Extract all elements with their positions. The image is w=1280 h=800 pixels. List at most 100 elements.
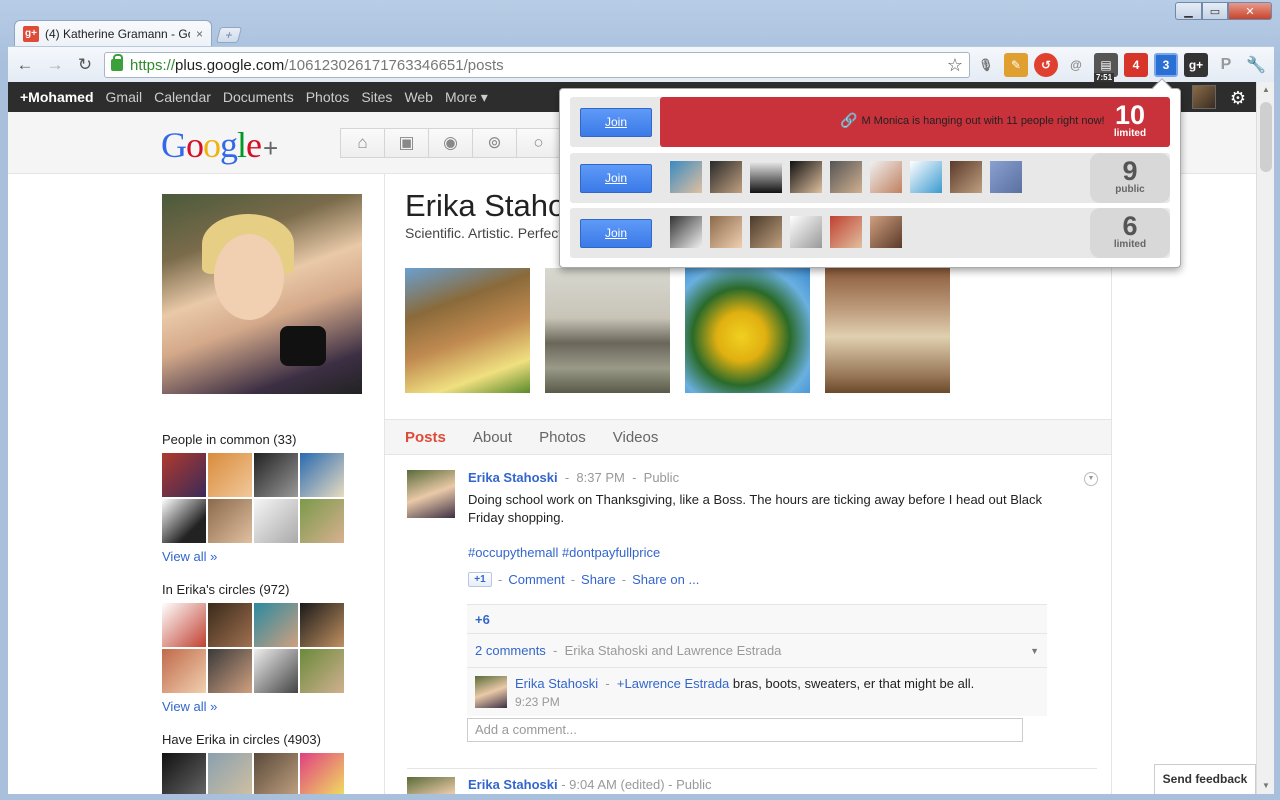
participant-avatar[interactable] (990, 161, 1022, 193)
avatar[interactable] (162, 499, 206, 543)
view-all-circles-link[interactable]: View all » (162, 699, 362, 714)
home-icon[interactable]: ⌂ (340, 128, 385, 158)
avatar[interactable] (300, 499, 344, 543)
llama-photo[interactable] (405, 268, 530, 393)
tab-about[interactable]: About (473, 429, 512, 446)
view-all-common-link[interactable]: View all » (162, 549, 362, 564)
gbar-profile-link[interactable]: +Mohamed (20, 89, 94, 105)
scroll-up-icon[interactable]: ▲ (1257, 82, 1275, 98)
avatar[interactable] (208, 753, 252, 794)
join-button[interactable]: Join (580, 219, 652, 248)
avatar[interactable] (254, 649, 298, 693)
gbar-gmail[interactable]: Gmail (106, 89, 143, 105)
participant-avatar[interactable] (710, 161, 742, 193)
google-plus-logo[interactable]: Google+ (161, 124, 278, 166)
participant-avatar[interactable] (910, 161, 942, 193)
new-tab-button[interactable]: + (215, 27, 243, 43)
p-extension-icon[interactable]: P (1214, 53, 1238, 77)
gbar-web[interactable]: Web (404, 89, 433, 105)
profile-photo[interactable] (162, 194, 362, 394)
participant-avatar[interactable] (870, 216, 902, 248)
participant-avatar[interactable] (830, 161, 862, 193)
post-time[interactable]: 8:37 PM (576, 470, 624, 485)
participant-avatar[interactable] (750, 161, 782, 193)
participant-avatar[interactable] (950, 161, 982, 193)
participant-avatar[interactable] (870, 161, 902, 193)
post-visibility[interactable]: Public (644, 470, 679, 485)
participant-avatar[interactable] (790, 216, 822, 248)
close-window-icon[interactable]: ✕ (1228, 2, 1272, 20)
avatar[interactable] (300, 753, 344, 794)
participant-avatar[interactable] (750, 216, 782, 248)
expand-chevron-icon[interactable]: ▼ (1030, 634, 1039, 668)
gbar-calendar[interactable]: Calendar (154, 89, 211, 105)
post-author-avatar[interactable] (407, 777, 455, 794)
post-menu-chevron-icon[interactable]: ▼ (1084, 472, 1098, 486)
flower-photo[interactable] (685, 268, 810, 393)
maximize-icon[interactable]: ▭ (1202, 2, 1228, 20)
tab-close-icon[interactable]: × (196, 27, 203, 41)
participant-avatar[interactable] (670, 216, 702, 248)
avatar[interactable] (162, 453, 206, 497)
share-on-link[interactable]: Share on ... (632, 572, 699, 587)
wrench-menu-icon[interactable]: 🔧 (1244, 53, 1268, 77)
browser-tab[interactable]: g+ (4) Katherine Gramann - Go × (14, 20, 212, 46)
avatar[interactable] (208, 603, 252, 647)
avatar[interactable] (208, 499, 252, 543)
comments-count-link[interactable]: 2 comments (475, 643, 546, 658)
avatar[interactable] (208, 649, 252, 693)
statue-photo[interactable] (825, 268, 950, 393)
comment-link[interactable]: Comment (508, 572, 564, 587)
circles-icon[interactable]: ⊚ (472, 128, 517, 158)
avatar[interactable] (300, 649, 344, 693)
avatar[interactable] (162, 649, 206, 693)
participant-avatar[interactable] (790, 161, 822, 193)
scroll-thumb[interactable] (1260, 102, 1272, 172)
participant-avatar[interactable] (710, 216, 742, 248)
share-link[interactable]: Share (581, 572, 616, 587)
plus-count[interactable]: +6 (467, 604, 1047, 634)
join-button[interactable]: Join (580, 164, 652, 193)
tab-photos[interactable]: Photos (539, 429, 586, 446)
vertical-scrollbar[interactable]: ▲ ▼ (1256, 82, 1274, 794)
gbar-sites[interactable]: Sites (361, 89, 392, 105)
extension-red-circle-icon[interactable]: ↺ (1034, 53, 1058, 77)
participant-avatar[interactable] (830, 216, 862, 248)
profile-icon[interactable]: ◉ (428, 128, 473, 158)
comment-author[interactable]: Erika Stahoski (515, 676, 598, 691)
bookmark-star-icon[interactable]: ☆ (947, 55, 963, 76)
reload-icon[interactable]: ↻ (72, 52, 98, 78)
tab-videos[interactable]: Videos (613, 429, 659, 446)
back-icon[interactable]: ← (12, 52, 38, 78)
games-icon[interactable]: ○ (516, 128, 561, 158)
minimize-icon[interactable]: ▁ (1175, 2, 1202, 20)
avatar[interactable] (300, 453, 344, 497)
post-author[interactable]: Erika Stahoski (468, 470, 558, 485)
email-at-icon[interactable]: @ (1064, 53, 1088, 77)
avatar[interactable] (162, 603, 206, 647)
add-comment-input[interactable]: Add a comment... (467, 718, 1023, 742)
notification-red-badge[interactable]: 4 (1124, 53, 1148, 77)
post-2-author[interactable]: Erika Stahoski (468, 777, 558, 792)
castle-photo[interactable] (545, 268, 670, 393)
avatar[interactable] (254, 499, 298, 543)
avatar[interactable] (254, 753, 298, 794)
address-bar[interactable]: https:// plus.google.com /10612302617176… (104, 52, 970, 78)
hangouts-extension-badge[interactable]: 3 (1154, 53, 1178, 77)
comment-time[interactable]: 9:23 PM (515, 695, 560, 709)
microphone-icon[interactable]: 🎙 (974, 53, 998, 77)
post-author-avatar[interactable] (407, 470, 455, 518)
forward-icon[interactable]: → (42, 52, 68, 78)
account-avatar[interactable] (1192, 85, 1216, 109)
avatar[interactable] (162, 753, 206, 794)
avatar[interactable] (208, 453, 252, 497)
participant-avatar[interactable] (670, 161, 702, 193)
avatar[interactable] (300, 603, 344, 647)
tab-posts[interactable]: Posts (405, 429, 446, 446)
avatar[interactable] (254, 453, 298, 497)
comment-mention[interactable]: +Lawrence Estrada (617, 676, 729, 691)
clock-extension-icon[interactable]: ▤ 7:51 (1094, 53, 1118, 82)
gbar-documents[interactable]: Documents (223, 89, 294, 105)
send-feedback-button[interactable]: Send feedback (1154, 764, 1256, 794)
post-hashtags[interactable]: #occupythemall #dontpayfullprice (468, 545, 1048, 560)
